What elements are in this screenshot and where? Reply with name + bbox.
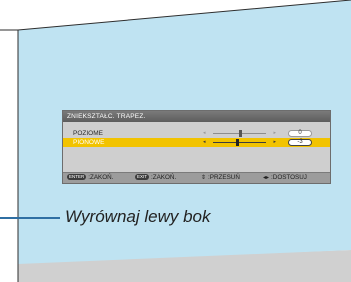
horizontal-slider[interactable]: ◂ ▸ xyxy=(203,130,276,137)
slider-track xyxy=(213,142,266,143)
dialog-footer: ENTER:ZAKOŃ. EXIT:ZAKOŃ. ⇕:PRZESUŃ ◂▸:DO… xyxy=(63,172,330,183)
hint-enter: ENTER:ZAKOŃ. xyxy=(67,173,113,183)
row-label: PIONOWE xyxy=(73,139,105,146)
arrow-left-icon: ◂ xyxy=(203,130,206,136)
up-down-icon: ⇕ xyxy=(201,175,207,181)
row-label: POZIOME xyxy=(73,130,103,137)
row-horizontal[interactable]: POZIOME ◂ ▸ 0 xyxy=(63,129,330,138)
hint-text: :PRZESUŃ xyxy=(208,174,240,181)
exit-key-icon: EXIT xyxy=(135,174,150,181)
slider-thumb[interactable] xyxy=(238,130,242,137)
hint-text: :ZAKOŃ. xyxy=(88,174,114,181)
vertical-slider[interactable]: ◂ ▸ xyxy=(203,139,276,146)
arrow-left-icon: ◂ xyxy=(203,139,206,145)
slider-thumb[interactable] xyxy=(235,139,239,146)
hint-text: :ZAKOŃ. xyxy=(151,174,177,181)
enter-key-icon: ENTER xyxy=(67,174,87,181)
left-right-icon: ◂▸ xyxy=(263,175,270,181)
hint-exit: EXIT:ZAKOŃ. xyxy=(135,173,176,183)
hint-text: :DOSTOSUJ xyxy=(271,174,307,181)
row-vertical[interactable]: PIONOWE ◂ ▸ -3 xyxy=(63,138,330,147)
keystone-dialog: ZNIEKSZTAŁC. TRAPEZ. POZIOME ◂ ▸ 0 PIONO… xyxy=(62,110,331,184)
dialog-title: ZNIEKSZTAŁC. TRAPEZ. xyxy=(63,111,330,122)
callout-label: Wyrównaj lewy bok xyxy=(65,207,211,226)
callout-line xyxy=(0,217,60,219)
arrow-right-icon: ▸ xyxy=(273,130,276,136)
value-box: -3 xyxy=(288,139,312,146)
hint-adjust: ◂▸:DOSTOSUJ xyxy=(263,173,307,183)
value-box: 0 xyxy=(288,130,312,137)
arrow-right-icon: ▸ xyxy=(273,139,276,145)
hint-move: ⇕:PRZESUŃ xyxy=(201,173,240,183)
